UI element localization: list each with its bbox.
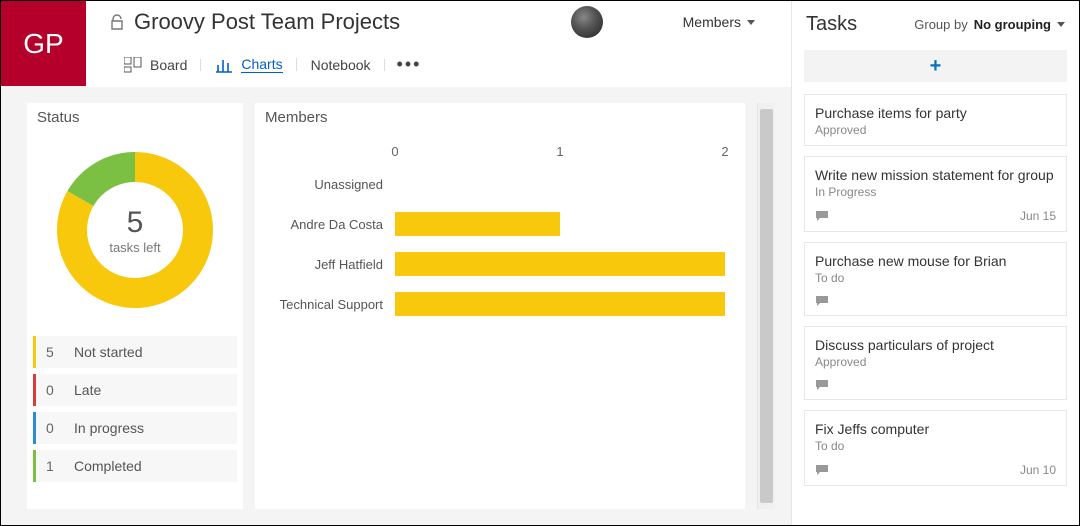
lock-icon <box>110 14 124 30</box>
status-donut-chart: 5 tasks left <box>45 140 225 320</box>
legend-count: 0 <box>46 420 60 436</box>
task-card[interactable]: Discuss particulars of project Approved <box>804 326 1067 400</box>
bar-track <box>395 172 725 196</box>
task-date: Jun 10 <box>1020 463 1056 477</box>
titlebar: Groovy Post Team Projects Members <box>86 1 791 43</box>
legend-row[interactable]: 1 Completed <box>33 450 237 482</box>
legend-count: 1 <box>46 458 60 474</box>
chevron-down-icon <box>747 20 755 25</box>
legend-count: 0 <box>46 382 60 398</box>
bar-track <box>395 212 725 236</box>
axis-tick: 2 <box>721 144 728 159</box>
comment-icon <box>815 379 829 391</box>
bar-fill <box>395 212 560 236</box>
charts-icon <box>215 57 233 73</box>
avatar[interactable] <box>571 6 603 38</box>
task-card[interactable]: Purchase items for party Approved <box>804 94 1067 146</box>
bar-fill <box>395 252 725 276</box>
status-card-title: Status <box>27 103 243 140</box>
legend-row[interactable]: 5 Not started <box>33 336 237 368</box>
page-title: Groovy Post Team Projects <box>134 9 400 35</box>
task-date: Jun 15 <box>1020 209 1056 223</box>
group-by-value: No grouping <box>974 17 1051 32</box>
tasks-panel: Tasks Group by No grouping + Purchase it… <box>791 1 1079 525</box>
group-by-label: Group by <box>914 17 967 32</box>
app-logo: GP <box>1 1 86 86</box>
task-footer: Jun 10 <box>815 463 1056 477</box>
more-menu-button[interactable]: ••• <box>385 48 434 81</box>
members-bar-chart: 0 1 2 Unassigned Andre Da Costa Jeff Hatfield… <box>255 140 745 334</box>
task-list: Purchase items for party Approved Write ne… <box>792 94 1079 525</box>
tasks-panel-title: Tasks <box>806 13 857 36</box>
task-card[interactable]: Fix Jeffs computer To do Jun 10 <box>804 410 1067 486</box>
task-card[interactable]: Write new mission statement for group In … <box>804 156 1067 232</box>
scrollbar-thumb[interactable] <box>760 109 773 503</box>
axis-tick: 1 <box>556 144 563 159</box>
legend-row[interactable]: 0 In progress <box>33 412 237 444</box>
task-status: In Progress <box>815 185 1056 199</box>
members-card: Members 0 1 2 Unassigned Andre Da Costa Jeff … <box>255 103 745 509</box>
task-footer <box>815 379 1056 391</box>
ellipsis-icon: ••• <box>397 54 422 74</box>
status-card: Status 5 tasks left 5 Not started 0 Late 0 In… <box>27 103 243 509</box>
task-title: Write new mission statement for group <box>815 167 1056 183</box>
add-task-button[interactable]: + <box>804 50 1067 82</box>
legend-row[interactable]: 0 Late <box>33 374 237 406</box>
task-title: Purchase new mouse for Brian <box>815 253 1056 269</box>
tab-notebook-label: Notebook <box>311 57 371 73</box>
task-status: Approved <box>815 123 1056 137</box>
bar-label: Unassigned <box>275 177 395 192</box>
task-card[interactable]: Purchase new mouse for Brian To do <box>804 242 1067 316</box>
donut-center-value: 5 <box>127 206 144 240</box>
task-footer: Jun 15 <box>815 209 1056 223</box>
task-footer <box>815 295 1056 307</box>
comment-icon <box>815 210 829 222</box>
task-title: Purchase items for party <box>815 105 1056 121</box>
tab-charts-label: Charts <box>241 56 282 73</box>
tab-notebook[interactable]: Notebook <box>297 51 385 79</box>
bar-row: Technical Support <box>275 284 725 324</box>
legend-count: 5 <box>46 344 60 360</box>
status-legend: 5 Not started 0 Late 0 In progress 1 Completed <box>27 330 243 488</box>
legend-label: Late <box>74 382 101 398</box>
legend-label: Not started <box>74 344 142 360</box>
comment-icon <box>815 295 829 307</box>
task-status: To do <box>815 439 1056 453</box>
bar-label: Technical Support <box>275 297 395 312</box>
tab-charts[interactable]: Charts <box>201 50 296 79</box>
chevron-down-icon <box>1057 22 1065 27</box>
bar-label: Andre Da Costa <box>275 217 395 232</box>
plus-icon: + <box>930 55 942 78</box>
group-by-dropdown[interactable]: Group by No grouping <box>914 17 1065 32</box>
members-dropdown[interactable]: Members <box>683 14 755 30</box>
view-tabs: Board Charts Notebook ••• <box>86 43 791 86</box>
bar-row: Andre Da Costa <box>275 204 725 244</box>
axis-tick: 0 <box>391 144 398 159</box>
task-title: Discuss particulars of project <box>815 337 1056 353</box>
bar-track <box>395 292 725 316</box>
bar-fill <box>395 292 725 316</box>
bar-label: Jeff Hatfield <box>275 257 395 272</box>
bar-row: Jeff Hatfield <box>275 244 725 284</box>
donut-center-label: tasks left <box>109 240 160 255</box>
tab-board[interactable]: Board <box>110 51 201 79</box>
bar-row: Unassigned <box>275 164 725 204</box>
members-card-title: Members <box>255 103 745 140</box>
content-scrollbar[interactable] <box>757 103 775 509</box>
comment-icon <box>815 464 829 476</box>
legend-label: In progress <box>74 420 144 436</box>
bar-track <box>395 252 725 276</box>
task-status: To do <box>815 271 1056 285</box>
board-icon <box>124 57 142 73</box>
tab-board-label: Board <box>150 57 187 73</box>
legend-label: Completed <box>74 458 142 474</box>
task-title: Fix Jeffs computer <box>815 421 1056 437</box>
task-status: Approved <box>815 355 1056 369</box>
members-dropdown-label: Members <box>683 14 741 30</box>
